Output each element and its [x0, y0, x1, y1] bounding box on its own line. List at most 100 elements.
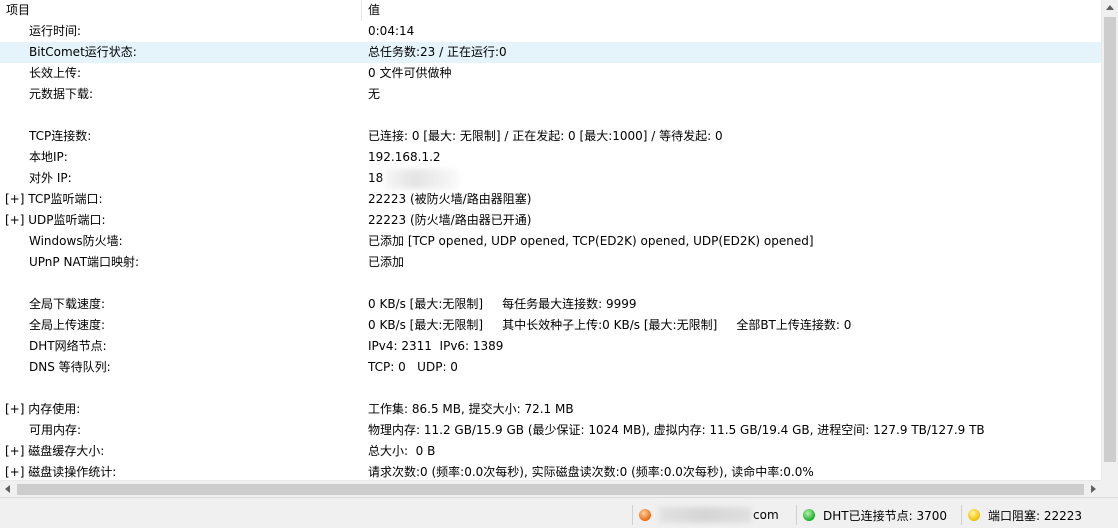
- table-row[interactable]: DNS 等待队列: TCP: 0 UDP: 0: [0, 357, 1101, 378]
- scroll-right-icon[interactable]: [1091, 485, 1096, 493]
- row-name: BitComet运行状态:: [29, 45, 137, 59]
- port-status-icon: [968, 509, 980, 521]
- expand-toggle[interactable]: [+]: [5, 192, 28, 206]
- row-label: 全局下载速度:: [0, 294, 362, 315]
- status-port[interactable]: 端口阻塞: 22223: [961, 505, 1118, 525]
- status-dht[interactable]: DHT已连接节点: 3700: [796, 505, 961, 525]
- scroll-up-icon[interactable]: [1106, 5, 1114, 10]
- row-value: 物理内存: 11.2 GB/15.9 GB (最少保证: 1024 MB), 虚…: [362, 420, 1101, 441]
- row-name: TCP监听端口:: [28, 192, 103, 206]
- row-value-text: 总大小: 0 B: [368, 444, 436, 458]
- table-row[interactable]: [+] 内存使用: 工作集: 86.5 MB, 提交大小: 72.1 MB: [0, 399, 1101, 420]
- row-value-text: IPv4: 2311 IPv6: 1389: [368, 339, 504, 353]
- row-value-text: 0 KB/s [最大:无限制] 其中长效种子上传:0 KB/s [最大:无限制]…: [368, 318, 852, 332]
- table-row[interactable]: 长效上传: 0 文件可供做种: [0, 63, 1101, 84]
- table-row[interactable]: [+] UDP监听端口: 22223 (防火墙/路由器已开通): [0, 210, 1101, 231]
- row-value: 已添加: [362, 252, 1101, 273]
- account-status-icon: [639, 509, 651, 521]
- row-name: 磁盘读操作统计:: [28, 465, 117, 479]
- row-label: 运行时间:: [0, 21, 362, 42]
- horizontal-scrollbar[interactable]: [0, 480, 1101, 497]
- row-label: BitComet运行状态:: [0, 42, 362, 63]
- row-value: 工作集: 86.5 MB, 提交大小: 72.1 MB: [362, 399, 1101, 420]
- row-label: 对外 IP:: [0, 168, 362, 189]
- vertical-scroll-thumb[interactable]: [1104, 17, 1116, 462]
- table-rows: 运行时间: 0:04:14 BitComet运行状态: 总任务数:23 / 正在运行:…: [0, 2, 1101, 480]
- row-label: DNS 等待队列:: [0, 357, 362, 378]
- row-name: 本地IP:: [29, 150, 68, 164]
- scrollbar-corner: [1101, 480, 1118, 497]
- port-label: 端口阻塞: 22223: [988, 508, 1083, 523]
- blurred-account: [659, 507, 751, 523]
- row-value: 总任务数:23 / 正在运行:0: [362, 42, 1101, 63]
- table-row-spacer: [0, 378, 1101, 399]
- vertical-scrollbar[interactable]: [1101, 0, 1118, 480]
- table-row[interactable]: 全局上传速度: 0 KB/s [最大:无限制] 其中长效种子上传:0 KB/s […: [0, 315, 1101, 336]
- table-row[interactable]: 元数据下载: 无: [0, 84, 1101, 105]
- status-table: 项目 值 运行时间: 0:04:14 BitComet运行状态: 总任务数:23 / …: [0, 0, 1101, 480]
- row-value: 无: [362, 84, 1101, 105]
- table-row[interactable]: UPnP NAT端口映射: 已添加: [0, 252, 1101, 273]
- row-value-text: 192.168.1.2: [368, 150, 441, 164]
- row-value-text: 18: [368, 171, 384, 185]
- row-value-text: 22223 (被防火墙/路由器阻塞): [368, 192, 532, 206]
- row-value: 192.168.1.2: [362, 147, 1101, 168]
- row-label: [+] UDP监听端口:: [0, 210, 362, 231]
- row-value: 22223 (被防火墙/路由器阻塞): [362, 189, 1101, 210]
- status-account[interactable]: com: [632, 505, 796, 525]
- row-value-text: 0 KB/s [最大:无限制] 每任务最大连接数: 9999: [368, 297, 637, 311]
- table-row[interactable]: [+] TCP监听端口: 22223 (被防火墙/路由器阻塞): [0, 189, 1101, 210]
- row-value-text: 工作集: 86.5 MB, 提交大小: 72.1 MB: [368, 402, 574, 416]
- row-value: 总大小: 0 B: [362, 441, 1101, 462]
- expand-toggle[interactable]: [+]: [5, 444, 28, 458]
- row-value-text: 0:04:14: [368, 24, 415, 38]
- row-label: [+] 磁盘读操作统计:: [0, 462, 362, 480]
- row-value-text: 物理内存: 11.2 GB/15.9 GB (最少保证: 1024 MB), 虚…: [368, 423, 985, 437]
- table-row[interactable]: 可用内存: 物理内存: 11.2 GB/15.9 GB (最少保证: 1024 M…: [0, 420, 1101, 441]
- row-label: [0, 273, 362, 294]
- table-row[interactable]: [+] 磁盘读操作统计: 请求次数:0 (频率:0.0次每秒), 实际磁盘读次数:…: [0, 462, 1101, 480]
- row-label: 全局上传速度:: [0, 315, 362, 336]
- row-label: [+] TCP监听端口:: [0, 189, 362, 210]
- row-value-text: 0 文件可供做种: [368, 66, 452, 80]
- row-value: 已添加 [TCP opened, UDP opened, TCP(ED2K) o…: [362, 231, 1101, 252]
- row-name: Windows防火墙:: [29, 234, 123, 248]
- row-name: 内存使用:: [28, 402, 81, 416]
- row-value: [362, 378, 1101, 399]
- row-label: [+] 磁盘缓存大小:: [0, 441, 362, 462]
- table-row[interactable]: DHT网络节点: IPv4: 2311 IPv6: 1389: [0, 336, 1101, 357]
- expand-toggle[interactable]: [+]: [5, 402, 28, 416]
- table-row-spacer: [0, 105, 1101, 126]
- row-value: 已连接: 0 [最大: 无限制] / 正在发起: 0 [最大:1000] / 等…: [362, 126, 1101, 147]
- table-row[interactable]: Windows防火墙: 已添加 [TCP opened, UDP opened, …: [0, 231, 1101, 252]
- table-row[interactable]: [+] 磁盘缓存大小: 总大小: 0 B: [0, 441, 1101, 462]
- row-name: TCP连接数:: [29, 129, 92, 143]
- table-row[interactable]: 对外 IP: 18: [0, 168, 1101, 189]
- row-name: 全局上传速度:: [29, 318, 106, 332]
- table-row[interactable]: 运行时间: 0:04:14: [0, 21, 1101, 42]
- table-row[interactable]: 全局下载速度: 0 KB/s [最大:无限制] 每任务最大连接数: 9999: [0, 294, 1101, 315]
- expand-toggle[interactable]: [+]: [5, 465, 28, 479]
- dht-status-icon: [803, 509, 815, 521]
- row-value-text: 已添加: [368, 255, 405, 269]
- row-label: 可用内存:: [0, 420, 362, 441]
- horizontal-scroll-thumb[interactable]: [17, 484, 1084, 495]
- row-name: UPnP NAT端口映射:: [29, 255, 140, 269]
- expand-toggle[interactable]: [+]: [5, 213, 28, 227]
- row-value: 22223 (防火墙/路由器已开通): [362, 210, 1101, 231]
- row-value: 0 KB/s [最大:无限制] 其中长效种子上传:0 KB/s [最大:无限制]…: [362, 315, 1101, 336]
- row-label: DHT网络节点:: [0, 336, 362, 357]
- row-value-text: 总任务数:23 / 正在运行:0: [368, 45, 507, 59]
- table-row[interactable]: BitComet运行状态: 总任务数:23 / 正在运行:0: [0, 42, 1101, 63]
- row-name: DHT网络节点:: [29, 339, 107, 353]
- scroll-left-icon[interactable]: [5, 485, 10, 493]
- row-label: [+] 内存使用:: [0, 399, 362, 420]
- row-name: 元数据下载:: [29, 87, 94, 101]
- row-name: 运行时间:: [29, 24, 82, 38]
- row-name: 可用内存:: [29, 423, 82, 437]
- row-value: 请求次数:0 (频率:0.0次每秒), 实际磁盘读次数:0 (频率:0.0次每秒…: [362, 462, 1101, 480]
- row-label: 长效上传:: [0, 63, 362, 84]
- blurred-ip: [385, 168, 460, 189]
- table-row[interactable]: TCP连接数: 已连接: 0 [最大: 无限制] / 正在发起: 0 [最大:10…: [0, 126, 1101, 147]
- table-row[interactable]: 本地IP: 192.168.1.2: [0, 147, 1101, 168]
